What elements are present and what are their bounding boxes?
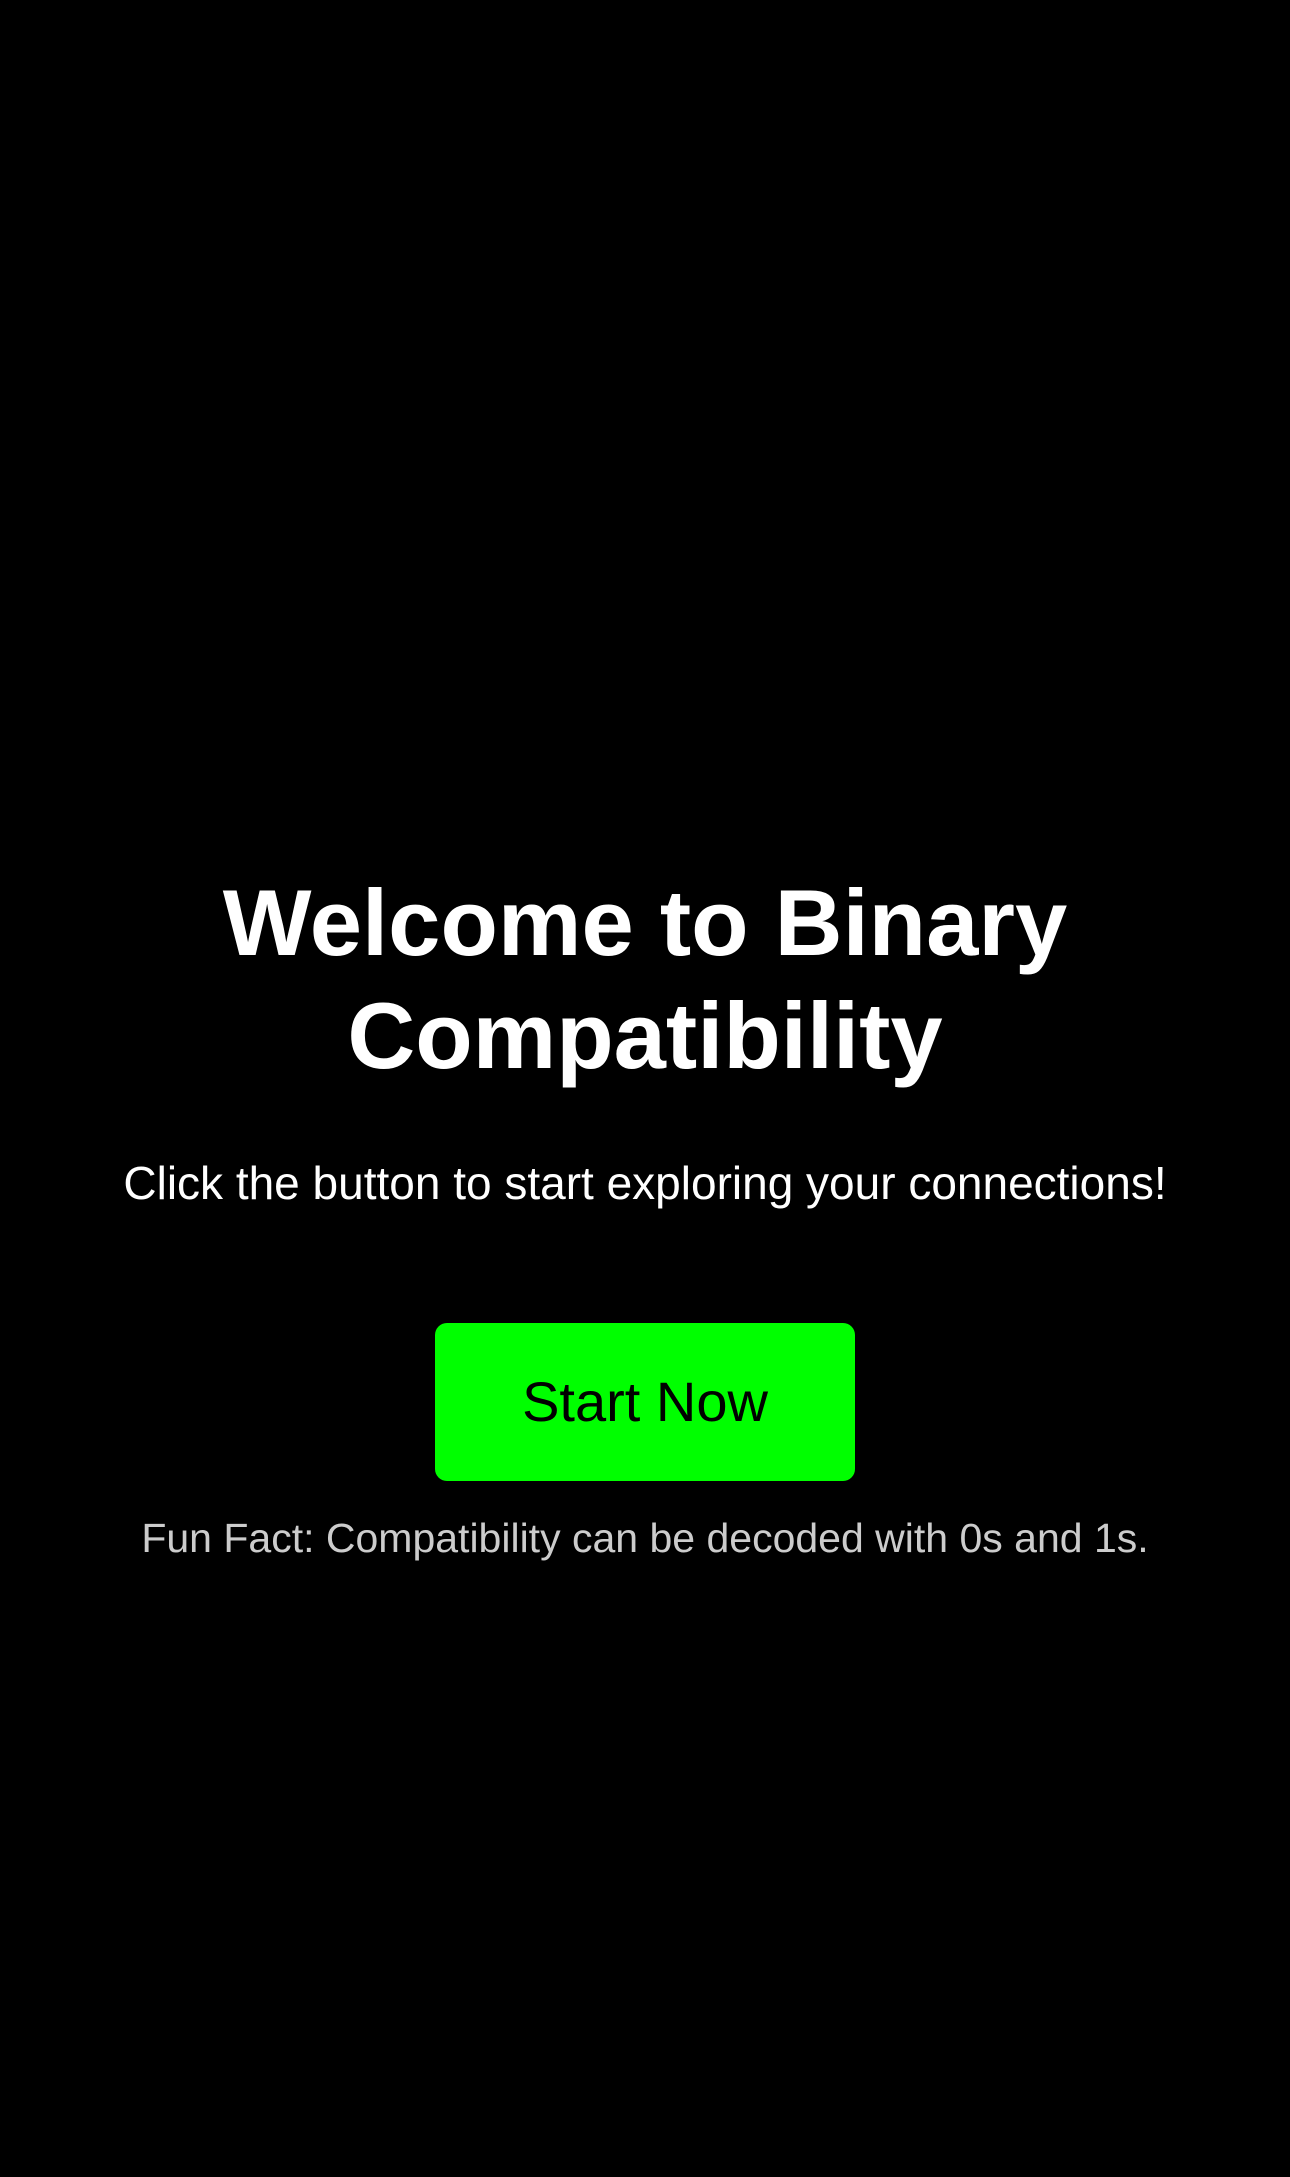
page-title-line-1: Welcome to Binary — [222, 870, 1068, 975]
start-now-button[interactable]: Start Now — [435, 1323, 855, 1481]
page-title: Welcome to Binary Compatibility — [0, 866, 1290, 1092]
subtitle-text: Click the button to start exploring your… — [123, 1157, 1167, 1209]
page-title-line-2: Compatibility — [347, 983, 943, 1088]
welcome-screen: Welcome to Binary Compatibility Click the… — [0, 0, 1290, 2177]
fun-fact-text: Fun Fact: Compatibility can be decoded w… — [141, 1515, 1149, 1561]
